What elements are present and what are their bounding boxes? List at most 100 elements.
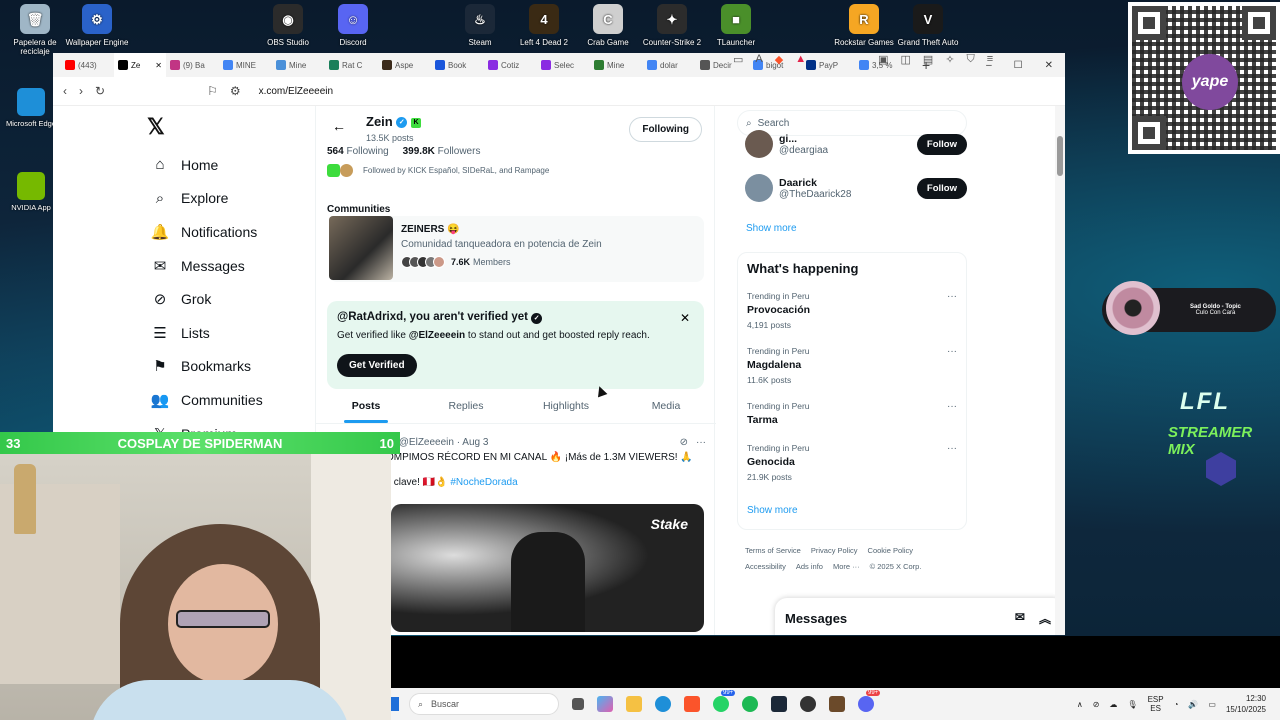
nav-item-home[interactable]: ⌂ Home	[145, 148, 263, 182]
translate-icon[interactable]: A	[755, 53, 762, 66]
desktop-icon[interactable]: ◉ OBS Studio	[253, 4, 323, 47]
hashtag-link[interactable]: #NocheDorada	[450, 477, 517, 488]
browser-tab[interactable]: (443)	[61, 53, 114, 77]
maximize-icon[interactable]: ☐	[1014, 60, 1023, 71]
taskbar-search[interactable]: ⌕ Buscar	[409, 693, 559, 715]
nav-item-grok[interactable]: ⊘ Grok	[145, 282, 263, 316]
browser-tab[interactable]: Ze ✕	[114, 53, 166, 77]
desktop-icon[interactable]: ♨ Steam	[445, 4, 515, 47]
desktop-icon[interactable]: NVIDIA App	[5, 172, 57, 212]
nav-item-communities[interactable]: 👥 Communities	[145, 383, 263, 417]
scrollbar-thumb[interactable]	[1057, 136, 1063, 176]
grok-icon[interactable]: ⊘	[680, 437, 688, 448]
tab-close-icon[interactable]: ✕	[155, 61, 162, 70]
following-button[interactable]: Following	[629, 117, 702, 142]
desktop-icon[interactable]: ✦ Counter-Strike 2	[637, 4, 707, 47]
wifi-icon[interactable]: ◔	[1174, 700, 1179, 709]
footer-link[interactable]: © 2025 X Corp.	[870, 562, 922, 571]
menu-icon[interactable]: ≡	[987, 53, 993, 66]
site-info-icon[interactable]: ⚙	[230, 84, 241, 98]
browser-tab[interactable]: Mine	[590, 53, 643, 77]
reload-icon[interactable]: ↻	[95, 84, 105, 98]
browser-tab[interactable]: Book	[431, 53, 484, 77]
discord-icon[interactable]: 99+	[858, 690, 881, 712]
tab-highlights[interactable]: Highlights	[516, 394, 616, 423]
nav-item-explore[interactable]: ⌕ Explore	[145, 182, 263, 216]
url-field[interactable]: x.com/ElZeeeein	[259, 86, 333, 97]
spotify-icon[interactable]	[742, 696, 758, 712]
verify-desc-handle[interactable]: @ElZeeeein	[409, 330, 465, 341]
footer-link[interactable]: Cookie Policy	[868, 546, 913, 555]
desktop-icon[interactable]: C Crab Game	[573, 4, 643, 47]
browser-tab[interactable]: dolar	[643, 53, 696, 77]
footer-link[interactable]: Privacy Policy	[811, 546, 858, 555]
start-icon[interactable]	[391, 697, 399, 711]
nav-item-messages[interactable]: ✉ Messages	[145, 249, 263, 283]
more-icon[interactable]: ···	[947, 291, 957, 302]
post-handle[interactable]: @ElZeeeein · Aug 3	[399, 437, 489, 448]
file-explorer-icon[interactable]	[626, 696, 642, 712]
footer-link[interactable]: Accessibility	[745, 562, 786, 571]
language-indicator[interactable]: ESP ES	[1148, 695, 1164, 713]
network-off-icon[interactable]: ⊘	[1093, 700, 1100, 709]
followed-by[interactable]: Followed by KICK Español, SIDeRaL, and R…	[327, 164, 549, 177]
nav-item-lists[interactable]: ☰ Lists	[145, 316, 263, 350]
expand-icon[interactable]: ︽	[1039, 610, 1051, 627]
desktop-icon[interactable]: ■ TLauncher	[701, 4, 771, 47]
footer-link[interactable]: Ads info	[796, 562, 823, 571]
follow-suggestion[interactable]: gi... @deargiaa Follow	[745, 122, 967, 166]
onedrive-icon[interactable]: ☁	[1109, 700, 1117, 709]
vpn-icon[interactable]: ⛉	[967, 53, 975, 66]
chevron-up-icon[interactable]: ∧	[1077, 700, 1083, 709]
extensions-icon[interactable]: ▣	[878, 53, 888, 66]
show-more-link[interactable]: Show more	[746, 223, 797, 234]
desktop-icon[interactable]: ☺ Discord	[318, 4, 388, 47]
battery-icon[interactable]: ▭	[1208, 700, 1216, 709]
desktop-icon[interactable]: R Rockstar Games	[829, 4, 899, 47]
desktop-icon[interactable]: 🗑 Papelera de reciclaje	[0, 4, 70, 56]
back-arrow-icon[interactable]: ←	[332, 118, 346, 134]
steam-icon[interactable]	[771, 696, 787, 712]
browser-tab[interactable]: Selec	[537, 53, 590, 77]
scrollbar[interactable]	[1055, 106, 1065, 635]
bookmark-icon[interactable]: ⚐	[207, 84, 218, 98]
more-icon[interactable]: ···	[696, 437, 706, 448]
follow-suggestion[interactable]: Daarick @TheDaarick28 Follow	[745, 166, 967, 210]
tab-replies[interactable]: Replies	[416, 394, 516, 423]
browser-tab[interactable]: Cotiz	[484, 53, 537, 77]
minecraft-icon[interactable]	[829, 696, 845, 712]
browser-tab[interactable]: MINE	[219, 53, 272, 77]
follow-button[interactable]: Follow	[916, 177, 967, 199]
wallet-icon[interactable]: ▤	[923, 53, 933, 66]
browser-tab[interactable]: (9) Ba	[166, 53, 219, 77]
following-link[interactable]: 564 Following	[327, 146, 389, 157]
messages-drawer[interactable]: Messages ✉ ︽	[775, 598, 1065, 635]
desktop-icon[interactable]: V Grand Theft Auto	[893, 4, 963, 47]
followers-link[interactable]: 399.8K Followers	[403, 146, 481, 157]
get-verified-button[interactable]: Get Verified	[337, 354, 417, 377]
community-card[interactable]: ZEINERS 😝 Comunidad tanqueadora en poten…	[329, 216, 704, 282]
sidebar-toggle-icon[interactable]: ◫	[901, 53, 911, 66]
footer-link[interactable]: Terms of Service	[745, 546, 801, 555]
post[interactable]: K @ElZeeeein · Aug 3⊘··· OMPIMOS RÉCORD …	[386, 437, 706, 488]
back-arrow-icon[interactable]: ‹	[63, 84, 67, 98]
more-icon[interactable]: ···	[947, 401, 957, 412]
forward-arrow-icon[interactable]: ›	[79, 84, 83, 98]
x-logo-icon[interactable]: 𝕏	[145, 114, 263, 140]
cast-icon[interactable]: ▭	[733, 53, 743, 66]
whatsapp-icon[interactable]: 99+	[713, 690, 736, 712]
volume-icon[interactable]: 🔊	[1188, 700, 1198, 709]
trend-item[interactable]: Trending in Peru Provocación 4,191 posts ··…	[747, 291, 957, 330]
new-message-icon[interactable]: ✉	[1015, 610, 1025, 627]
footer-link[interactable]: More ···	[833, 562, 860, 571]
browser-tab[interactable]: Rat C	[325, 53, 378, 77]
browser-tab[interactable]: Mine	[272, 53, 325, 77]
nav-item-bookmarks[interactable]: ⚑ Bookmarks	[145, 350, 263, 384]
trend-item[interactable]: Trending in Peru Magdalena 11.6K posts ···	[747, 346, 957, 385]
desktop-icon[interactable]: 4 Left 4 Dead 2	[509, 4, 579, 47]
edge-icon[interactable]	[655, 696, 671, 712]
rewards-icon[interactable]: ▲	[795, 53, 806, 66]
close-icon[interactable]: ✕	[680, 311, 690, 325]
nav-item-notifications[interactable]: 🔔 Notifications	[145, 215, 263, 249]
clock[interactable]: 12:30 15/10/2025	[1226, 693, 1266, 715]
